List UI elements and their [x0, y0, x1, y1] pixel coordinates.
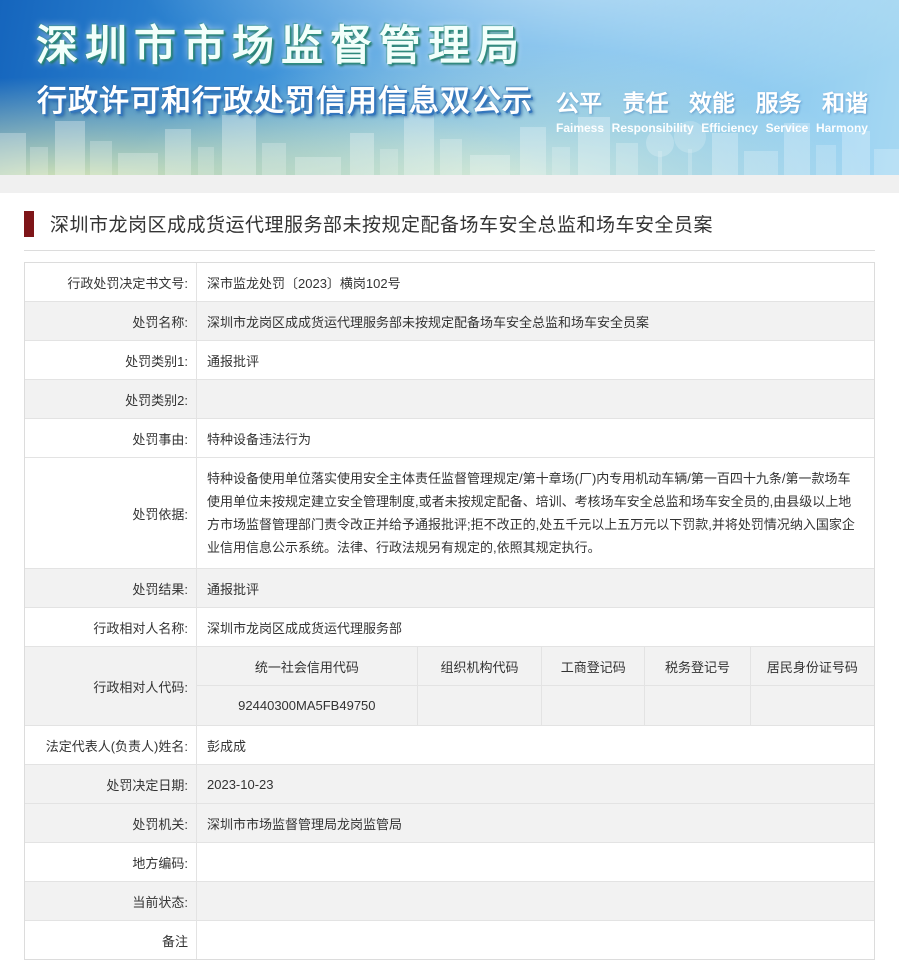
row-label: 处罚类别1:: [25, 341, 197, 379]
row-label: 行政相对人名称:: [25, 608, 197, 646]
motto-english: Faimess Responsibility Efficiency Servic…: [556, 121, 868, 135]
code-header-cell: 税务登记号: [645, 647, 751, 685]
code-value-cell: [542, 686, 645, 725]
row-party-name: 行政相对人名称: 深圳市龙岗区成成货运代理服务部: [25, 608, 874, 647]
row-value: [197, 843, 874, 881]
row-penalty-reason: 处罚事由: 特种设备违法行为: [25, 419, 874, 458]
code-table-value-row: 92440300MA5FB49750: [197, 686, 874, 725]
row-value: 深圳市龙岗区成成货运代理服务部: [197, 608, 874, 646]
row-value: 通报批评: [197, 569, 874, 607]
code-value-cell: [418, 686, 543, 725]
row-label: 备注: [25, 921, 197, 959]
row-decision-number: 行政处罚决定书文号: 深市监龙处罚〔2023〕横岗102号: [25, 263, 874, 302]
row-penalty-authority: 处罚机关: 深圳市市场监督管理局龙岗监管局: [25, 804, 874, 843]
code-header-cell: 居民身份证号码: [751, 647, 874, 685]
row-local-code: 地方编码:: [25, 843, 874, 882]
title-accent-bar: [24, 211, 34, 237]
row-label: 处罚事由:: [25, 419, 197, 457]
header-banner: 深圳市市场监督管理局 行政许可和行政处罚信用信息双公示 公平 责任 效能 服务 …: [0, 0, 899, 175]
row-label: 地方编码:: [25, 843, 197, 881]
row-label: 处罚结果:: [25, 569, 197, 607]
row-value: 深圳市龙岗区成成货运代理服务部未按规定配备场车安全总监和场车安全员案: [197, 302, 874, 340]
row-value: 彭成成: [197, 726, 874, 764]
motto-word-en: Efficiency: [701, 121, 758, 135]
motto-word-en: Harmony: [816, 121, 868, 135]
row-value: 特种设备使用单位落实使用安全主体责任监督管理规定/第十章场(厂)内专用机动车辆/…: [197, 458, 874, 568]
row-party-codes: 行政相对人代码: 统一社会信用代码 组织机构代码 工商登记码 税务登记号 居民身…: [25, 647, 874, 726]
row-label: 处罚类别2:: [25, 380, 197, 418]
motto-word-en: Faimess: [556, 121, 604, 135]
code-value-cell: 92440300MA5FB49750: [197, 686, 418, 725]
row-penalty-category-2: 处罚类别2:: [25, 380, 874, 419]
row-penalty-name: 处罚名称: 深圳市龙岗区成成货运代理服务部未按规定配备场车安全总监和场车安全员案: [25, 302, 874, 341]
code-value-cell: [751, 686, 874, 725]
row-label: 处罚依据:: [25, 458, 197, 568]
row-label: 法定代表人(负责人)姓名:: [25, 726, 197, 764]
motto-word-en: Service: [766, 121, 809, 135]
row-decision-date: 处罚决定日期: 2023-10-23: [25, 765, 874, 804]
divider-strip: [0, 175, 899, 193]
motto-word-cn: 和谐: [822, 84, 868, 118]
code-value-cell: [645, 686, 751, 725]
row-value: 深圳市市场监督管理局龙岗监管局: [197, 804, 874, 842]
row-label: 处罚名称:: [25, 302, 197, 340]
row-penalty-basis: 处罚依据: 特种设备使用单位落实使用安全主体责任监督管理规定/第十章场(厂)内专…: [25, 458, 874, 569]
row-penalty-category-1: 处罚类别1: 通报批评: [25, 341, 874, 380]
row-legal-representative: 法定代表人(负责人)姓名: 彭成成: [25, 726, 874, 765]
row-value: [197, 921, 874, 959]
penalty-info-table: 行政处罚决定书文号: 深市监龙处罚〔2023〕横岗102号 处罚名称: 深圳市龙…: [24, 262, 875, 960]
motto-word-cn: 公平: [556, 84, 602, 118]
row-penalty-result: 处罚结果: 通报批评: [25, 569, 874, 608]
motto: 公平 责任 效能 服务 和谐 Faimess Responsibility Ef…: [556, 84, 868, 135]
row-current-status: 当前状态:: [25, 882, 874, 921]
motto-chinese: 公平 责任 效能 服务 和谐: [556, 84, 868, 118]
code-header-cell: 组织机构代码: [418, 647, 543, 685]
motto-word-cn: 责任: [623, 84, 669, 118]
row-value: 特种设备违法行为: [197, 419, 874, 457]
row-value: [197, 882, 874, 920]
motto-word-cn: 效能: [689, 84, 735, 118]
row-value: 通报批评: [197, 341, 874, 379]
page-title: 深圳市龙岗区成成货运代理服务部未按规定配备场车安全总监和场车安全员案: [50, 210, 713, 237]
row-value: 统一社会信用代码 组织机构代码 工商登记码 税务登记号 居民身份证号码 9244…: [197, 647, 874, 725]
row-remarks: 备注: [25, 921, 874, 959]
case-title-row: 深圳市龙岗区成成货运代理服务部未按规定配备场车安全总监和场车安全员案: [24, 193, 875, 251]
code-header-cell: 统一社会信用代码: [197, 647, 418, 685]
row-label: 处罚决定日期:: [25, 765, 197, 803]
party-code-table: 统一社会信用代码 组织机构代码 工商登记码 税务登记号 居民身份证号码 9244…: [197, 647, 874, 725]
code-header-cell: 工商登记码: [542, 647, 645, 685]
row-label: 当前状态:: [25, 882, 197, 920]
row-value: [197, 380, 874, 418]
row-label: 行政相对人代码:: [25, 647, 197, 725]
main-content: 深圳市龙岗区成成货运代理服务部未按规定配备场车安全总监和场车安全员案 行政处罚决…: [0, 193, 899, 960]
motto-word-en: Responsibility: [612, 121, 694, 135]
banner-subtitle: 行政许可和行政处罚信用信息双公示: [37, 76, 533, 120]
row-value: 2023-10-23: [197, 765, 874, 803]
motto-word-cn: 服务: [756, 84, 802, 118]
row-label: 处罚机关:: [25, 804, 197, 842]
org-title: 深圳市市场监督管理局: [36, 12, 526, 73]
row-value: 深市监龙处罚〔2023〕横岗102号: [197, 263, 874, 301]
code-table-header-row: 统一社会信用代码 组织机构代码 工商登记码 税务登记号 居民身份证号码: [197, 647, 874, 686]
row-label: 行政处罚决定书文号:: [25, 263, 197, 301]
